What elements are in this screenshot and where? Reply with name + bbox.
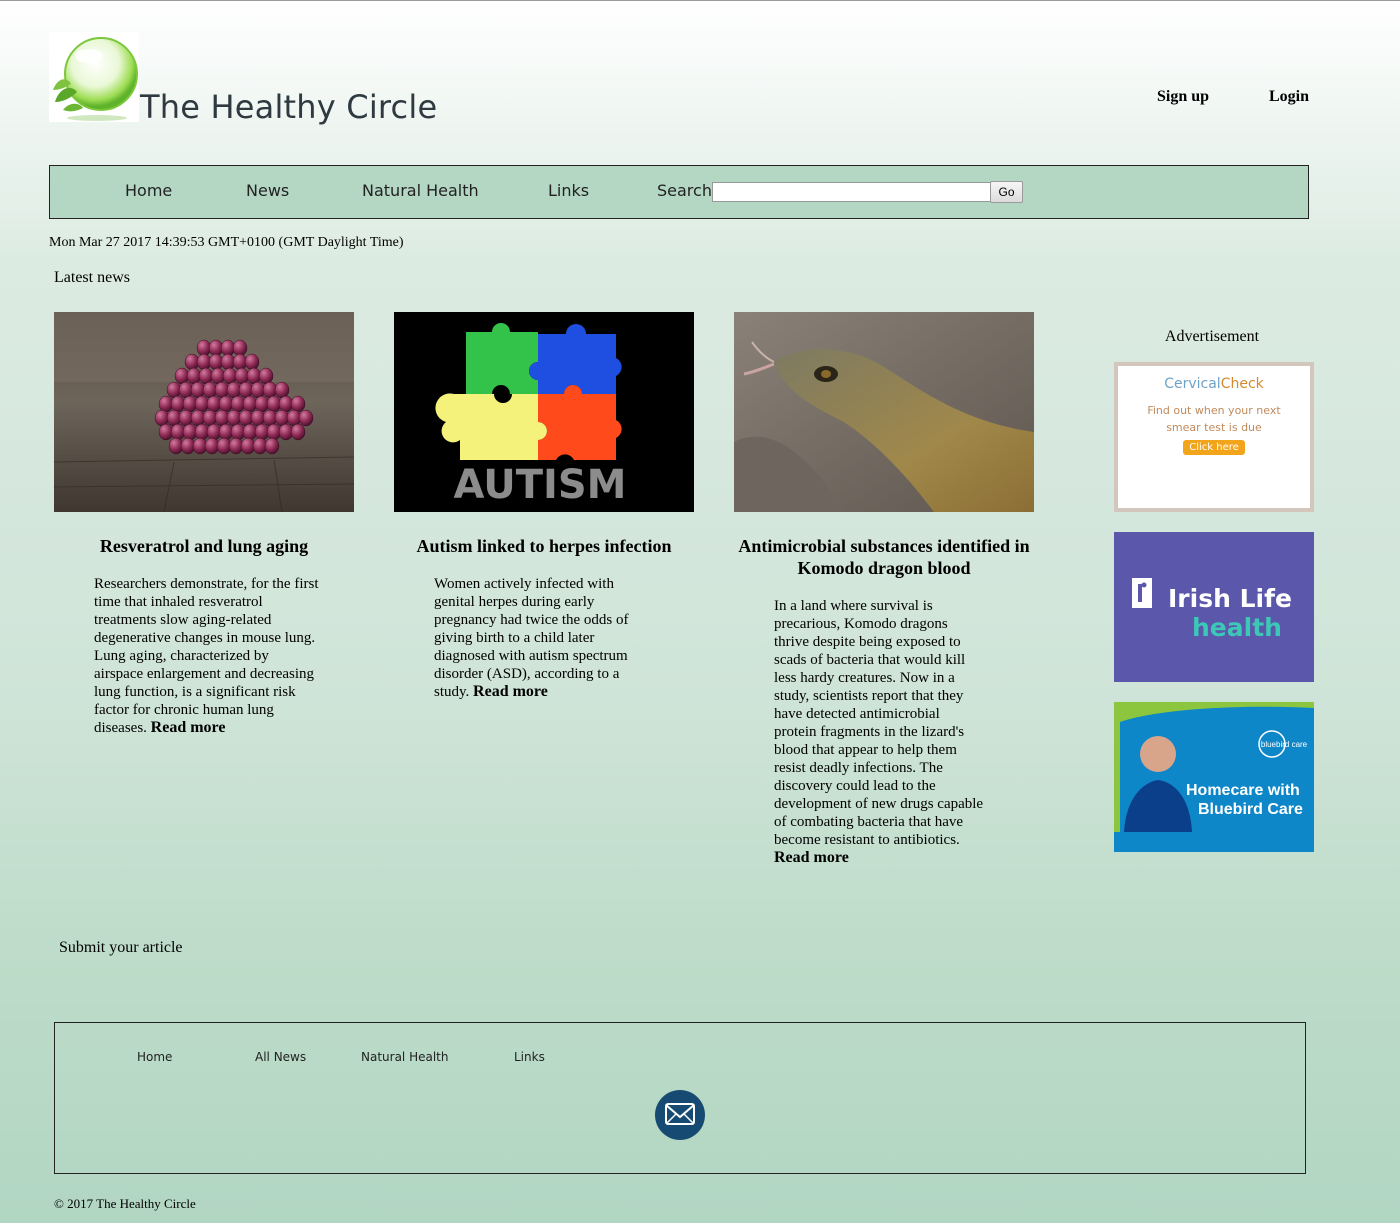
article-body: Women actively infected with genital her… — [434, 576, 629, 700]
bluebird-line-1: Homecare with — [1186, 782, 1300, 799]
article-title[interactable]: Autism linked to herpes infection — [394, 535, 694, 557]
cervical-check-logo: CervicalCheck — [1164, 376, 1264, 392]
login-link[interactable]: Login — [1269, 88, 1309, 106]
article-body: In a land where survival is precarious, … — [774, 598, 984, 848]
bluebird-logo-text: bluebird care — [1260, 740, 1308, 749]
irish-life-health-text: health — [1192, 613, 1282, 642]
nav-item-links[interactable]: Links — [548, 181, 589, 200]
latest-news-heading: Latest news — [54, 269, 130, 286]
grape — [258, 367, 274, 385]
grape — [244, 353, 260, 371]
grape — [232, 339, 248, 357]
go-button[interactable]: Go — [990, 181, 1023, 203]
autism-puzzle-image[interactable]: AUTISM — [394, 312, 694, 512]
cervical-click-here-button[interactable]: Click here — [1183, 440, 1245, 455]
cervical-line-2: smear test is due — [1166, 421, 1262, 434]
article-title[interactable]: Resveratrol and lung aging — [54, 535, 354, 557]
bluebird-line-2: Bluebird Care — [1198, 801, 1303, 818]
grape — [264, 437, 280, 455]
footer-link-links[interactable]: Links — [514, 1050, 545, 1064]
search-label: Search — [657, 181, 712, 200]
current-date: Mon Mar 27 2017 14:39:53 GMT+0100 (GMT D… — [49, 235, 404, 250]
article-body: Researchers demonstrate, for the first t… — [94, 576, 319, 736]
footer-link-all-news[interactable]: All News — [255, 1050, 306, 1064]
site-title: The Healthy Circle — [140, 88, 438, 126]
bluebird-care-ad[interactable]: bluebird care Homecare with Bluebird Car… — [1114, 702, 1314, 852]
grape — [290, 395, 306, 413]
signup-link[interactable]: Sign up — [1157, 88, 1209, 106]
grape — [290, 423, 306, 441]
article-summary: Researchers demonstrate, for the first t… — [94, 575, 319, 737]
email-icon[interactable] — [655, 1090, 705, 1140]
grape — [298, 409, 314, 427]
footer-link-natural-health[interactable]: Natural Health — [361, 1050, 448, 1064]
nav-item-news[interactable]: News — [246, 181, 289, 200]
article-summary: Women actively infected with genital her… — [434, 575, 654, 701]
top-border — [0, 0, 1400, 1]
logo-bubble-icon[interactable] — [49, 32, 139, 122]
read-more-link[interactable]: Read more — [774, 849, 849, 866]
autism-image-text: AUTISM — [454, 462, 627, 508]
article-title[interactable]: Antimicrobial substances identified in K… — [734, 535, 1034, 579]
irish-life-logo-icon — [1132, 578, 1152, 608]
grapes-image[interactable] — [54, 312, 354, 512]
read-more-link[interactable]: Read more — [473, 683, 548, 700]
cervical-line-1: Find out when your next — [1147, 404, 1281, 417]
search-input[interactable] — [712, 182, 992, 202]
cervical-check-ad[interactable]: CervicalCheck Find out when your next sm… — [1114, 362, 1314, 512]
nav-item-natural-health[interactable]: Natural Health — [362, 181, 479, 200]
article-summary: In a land where survival is precarious, … — [774, 597, 984, 867]
irish-life-text: Irish Life — [1168, 584, 1292, 613]
footer-link-home[interactable]: Home — [137, 1050, 172, 1064]
nav-item-home[interactable]: Home — [125, 181, 172, 200]
copyright-text: © 2017 The Healthy Circle — [54, 1196, 196, 1211]
irish-life-ad[interactable]: Irish Life health — [1114, 532, 1314, 682]
advertisement-heading: Advertisement — [1164, 328, 1260, 345]
read-more-link[interactable]: Read more — [151, 719, 226, 736]
grape — [274, 381, 290, 399]
submit-article-link[interactable]: Submit your article — [59, 939, 183, 957]
komodo-dragon-image[interactable] — [734, 312, 1034, 512]
